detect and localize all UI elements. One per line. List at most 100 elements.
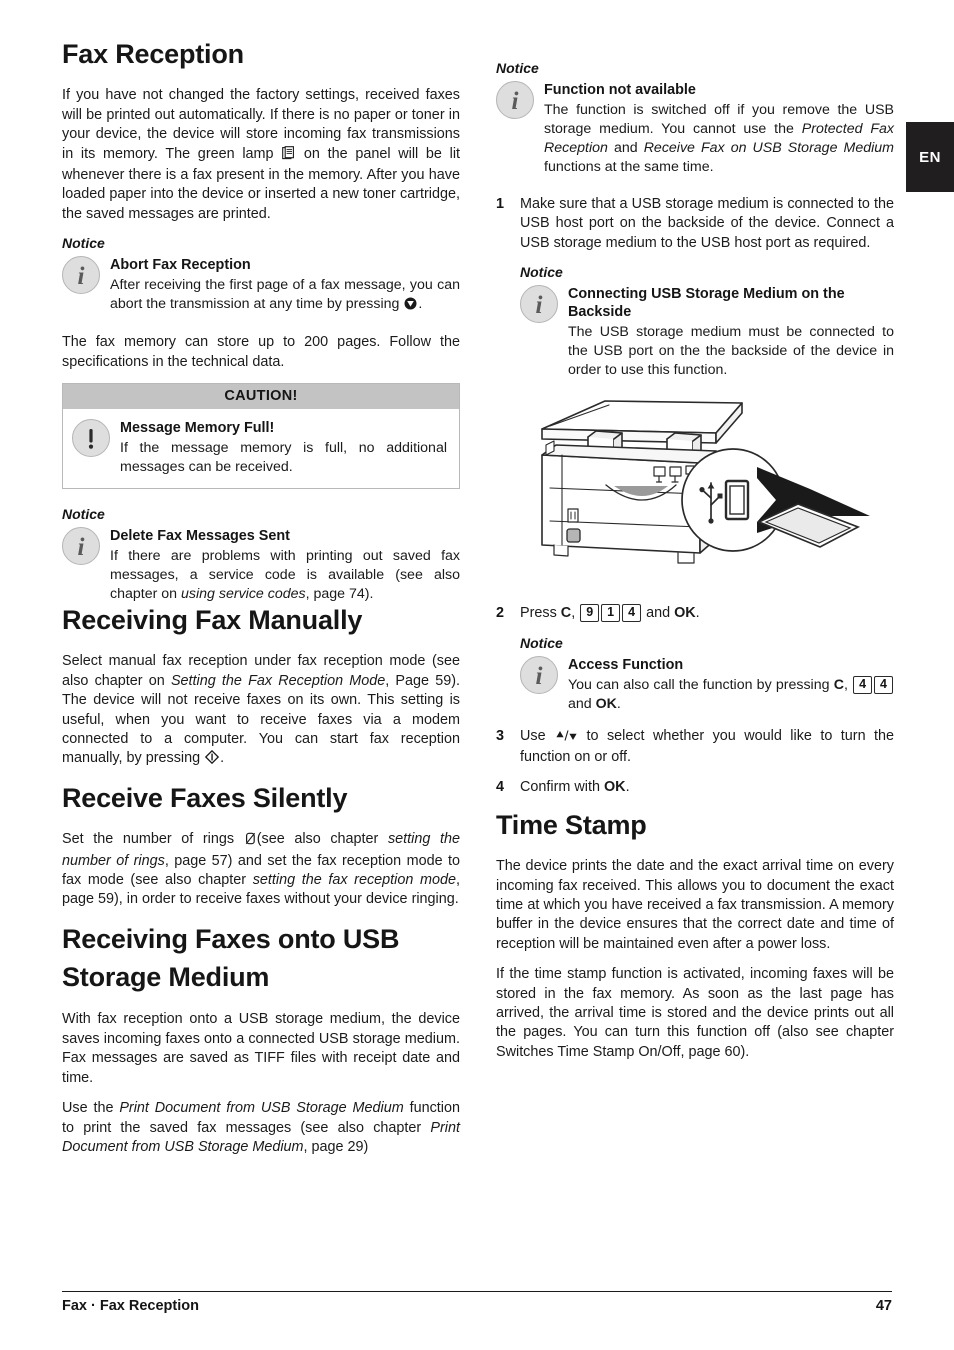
- step-period: .: [625, 779, 630, 796]
- start-button-icon: [204, 750, 220, 770]
- key-ok-label: OK: [603, 779, 626, 796]
- svg-text:i: i: [536, 663, 543, 690]
- language-tab: EN: [906, 122, 954, 192]
- caution-header: CAUTION!: [63, 384, 459, 410]
- step-text-part-1: Press: [520, 605, 557, 622]
- info-icon: i: [520, 285, 558, 324]
- page-footer: Fax · Fax Reception 47: [62, 1291, 892, 1314]
- manual-page: EN Fax Reception If you have not changed…: [0, 0, 954, 1350]
- keycap-4[interactable]: 4: [622, 604, 642, 623]
- keycap-4-first[interactable]: 4: [853, 675, 873, 694]
- manual-text-part-3: .: [220, 750, 225, 767]
- notice-delete-fax-messages: Notice i Delete Fax Messages Sent If the…: [62, 506, 460, 604]
- silent-text-part-1: Set the number of rings: [62, 831, 235, 848]
- notice-label: Notice: [520, 264, 563, 281]
- svg-text:i: i: [536, 292, 543, 319]
- caution-title: Message Memory Full!: [120, 420, 275, 437]
- usb-paragraph-1: With fax reception onto a USB storage me…: [62, 1011, 460, 1086]
- device-illustration-svg: [541, 400, 870, 564]
- step-comma: ,: [571, 605, 576, 622]
- step-text-part-2: and: [646, 605, 671, 622]
- usb-italic-1: Print Document from USB Storage Medium: [119, 1100, 404, 1117]
- time-stamp-paragraph-2: If the time stamp function is activated,…: [496, 966, 894, 1060]
- notice-title: Function not available: [544, 82, 696, 98]
- step-4: 4 Confirm with OK.: [496, 778, 894, 797]
- notice-abort-fax-reception: Notice i Abort Fax Reception After recei…: [62, 235, 460, 316]
- stop-button-icon: [404, 297, 417, 316]
- key-ok-label: OK: [595, 695, 617, 712]
- fax-memory-lamp-icon: [282, 145, 295, 166]
- step-text: Make sure that a USB storage medium is c…: [520, 196, 894, 251]
- right-column: Notice i Function not available The func…: [496, 38, 894, 1157]
- page-columns: Fax Reception If you have not changed th…: [62, 38, 894, 1157]
- step-text-part-1: Confirm with: [520, 779, 600, 796]
- step-text-part-1: Use: [520, 727, 546, 744]
- ring-count-icon: [245, 832, 256, 851]
- notice-function-not-available: Notice i Function not available The func…: [496, 60, 894, 177]
- heading-receive-faxes-silently: Receive Faxes Silently: [62, 782, 348, 813]
- svg-text:i: i: [78, 263, 85, 290]
- notice-text-part-1: You can also call the function by pressi…: [568, 676, 830, 693]
- notice-title: Delete Fax Messages Sent: [110, 528, 290, 545]
- key-c-label: C: [833, 676, 844, 693]
- caution-box: CAUTION! Message Memory Full! If the mes…: [62, 383, 460, 490]
- caution-text: If the message memory is full, no additi…: [120, 440, 447, 476]
- keycap-1[interactable]: 1: [601, 604, 621, 623]
- info-icon: i: [520, 655, 558, 694]
- keycap-4-second[interactable]: 4: [874, 675, 893, 694]
- notice-label: Notice: [520, 634, 563, 651]
- manual-italic-1: Setting the Fax Reception Mode: [170, 672, 386, 689]
- notice-period: .: [616, 695, 621, 712]
- notice-label: Notice: [62, 506, 105, 523]
- step-2: 2 Press C, 914 and OK.: [496, 604, 894, 623]
- notice-connecting-usb-backside: Notice i Connecting USB Storage Medium o…: [520, 264, 894, 380]
- notice-text-part-2: and: [613, 140, 638, 156]
- heading-time-stamp: Time Stamp: [496, 809, 647, 840]
- up-down-arrows-icon: [555, 729, 577, 748]
- exclamation-icon: [72, 419, 110, 458]
- step-number: 2: [496, 605, 505, 622]
- svg-text:i: i: [78, 534, 85, 561]
- notice-text: The function is switched off if you remo…: [544, 101, 894, 177]
- step-number: 1: [496, 196, 505, 212]
- keycap-9[interactable]: 9: [580, 604, 600, 623]
- heading-fax-reception: Fax Reception: [62, 39, 244, 69]
- usb-paragraph-2: Use the Print Document from USB Storage …: [62, 1099, 460, 1157]
- step-number: 4: [496, 779, 505, 796]
- step-text: Use to select whether you would like to …: [520, 727, 894, 768]
- step-3: 3 Use to select whether you would like t…: [496, 727, 894, 768]
- silent-italic-2: setting the fax reception mode: [252, 872, 456, 889]
- footer-breadcrumb: Fax · Fax Reception: [62, 1298, 199, 1314]
- key-ok-label: OK: [674, 605, 696, 622]
- step-number: 3: [496, 727, 505, 744]
- notice-text-italic: using service codes: [181, 586, 306, 603]
- notice-comma: ,: [843, 676, 848, 693]
- notice-text: If there are problems with printing out …: [110, 547, 460, 604]
- info-icon: i: [496, 81, 534, 119]
- notice-text-part-3: functions at the same time.: [544, 159, 714, 175]
- time-stamp-paragraph-1: The device prints the date and the exact…: [496, 858, 894, 952]
- info-icon: i: [62, 256, 100, 295]
- silent-reception-paragraph: Set the number of rings (see also chapte…: [62, 830, 460, 910]
- page-number: 47: [875, 1298, 892, 1314]
- notice-text: The USB storage medium must be connected…: [568, 324, 894, 379]
- info-icon: i: [62, 527, 100, 566]
- heading-receiving-fax-manually: Receiving Fax Manually: [62, 605, 363, 636]
- notice-text: After receiving the first page of a fax …: [110, 276, 460, 316]
- notice-text-part-2: .: [418, 296, 423, 313]
- usb-text-part-1: Use the: [62, 1100, 114, 1117]
- manual-reception-paragraph: Select manual fax reception under fax re…: [62, 652, 460, 770]
- silent-text-part-2: (see also chapter: [256, 831, 388, 848]
- notice-label: Notice: [62, 235, 105, 252]
- notice-title: Access Function: [568, 656, 684, 673]
- step-period: .: [695, 605, 700, 622]
- usb-text-part-3: , page 29): [303, 1138, 369, 1155]
- left-column: Fax Reception If you have not changed th…: [62, 38, 460, 1157]
- notice-italic-2: Receive Fax on USB Storage Medium: [643, 140, 894, 156]
- memory-capacity-paragraph: The fax memory can store up to 200 pages…: [62, 334, 460, 370]
- step-text: Confirm with OK.: [520, 778, 894, 797]
- intro-paragraph: If you have not changed the factory sett…: [62, 86, 460, 224]
- key-c-label: C: [560, 605, 572, 622]
- notice-text-part-2: , page 74).: [305, 586, 374, 603]
- step-text: Press C, 914 and OK.: [520, 604, 894, 623]
